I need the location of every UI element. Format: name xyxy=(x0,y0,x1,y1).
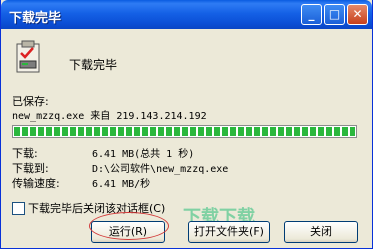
info-value: 6.41 MB(总共 1 秒) xyxy=(92,149,195,160)
title-bar[interactable]: 下载完毕 _ □ ✕ xyxy=(1,0,372,29)
close-on-complete-checkbox[interactable] xyxy=(12,201,25,215)
window-title: 下载完毕 xyxy=(9,11,62,26)
dialog-body: 下载完毕 已保存: new_mzzq.exe 来自 219.143.214.19… xyxy=(1,29,372,248)
info-label: 下载到: xyxy=(12,162,49,175)
dialog-heading: 下载完毕 xyxy=(69,58,118,72)
info-row-destination: 下载到: D:\公司软件\new_mzzq.exe xyxy=(12,160,228,176)
info-row-speed: 传输速度: 6.41 MB/秒 xyxy=(12,175,150,191)
saved-from-label: 来自 xyxy=(90,111,111,122)
info-value: D:\公司软件\new_mzzq.exe xyxy=(92,164,229,175)
close-button[interactable]: 关闭 xyxy=(284,221,358,243)
close-window-button[interactable]: ✕ xyxy=(347,4,368,25)
saved-ip: 219.143.214.192 xyxy=(116,111,207,122)
highlight-circle xyxy=(89,212,169,240)
info-row-downloaded: 下载: 6.41 MB(总共 1 秒) xyxy=(12,145,194,161)
info-value: 6.41 MB/秒 xyxy=(92,179,151,190)
open-folder-button[interactable]: 打开文件夹(F) xyxy=(188,221,270,243)
download-progress-bar xyxy=(12,125,357,138)
minimize-button[interactable]: _ xyxy=(301,4,322,25)
info-label: 传输速度: xyxy=(12,177,60,190)
clipboard-download-icon xyxy=(16,40,40,73)
download-complete-dialog: 下载完毕 _ □ ✕ 下载完毕 已保存: new_mzzq.exe 来自 219… xyxy=(0,0,373,249)
info-label: 下载: xyxy=(12,147,38,160)
progress-fill xyxy=(14,127,355,136)
saved-filename: new_mzzq.exe xyxy=(12,111,85,122)
saved-source-line: new_mzzq.exe 来自 219.143.214.192 xyxy=(12,107,207,122)
maximize-button[interactable]: □ xyxy=(324,4,345,25)
